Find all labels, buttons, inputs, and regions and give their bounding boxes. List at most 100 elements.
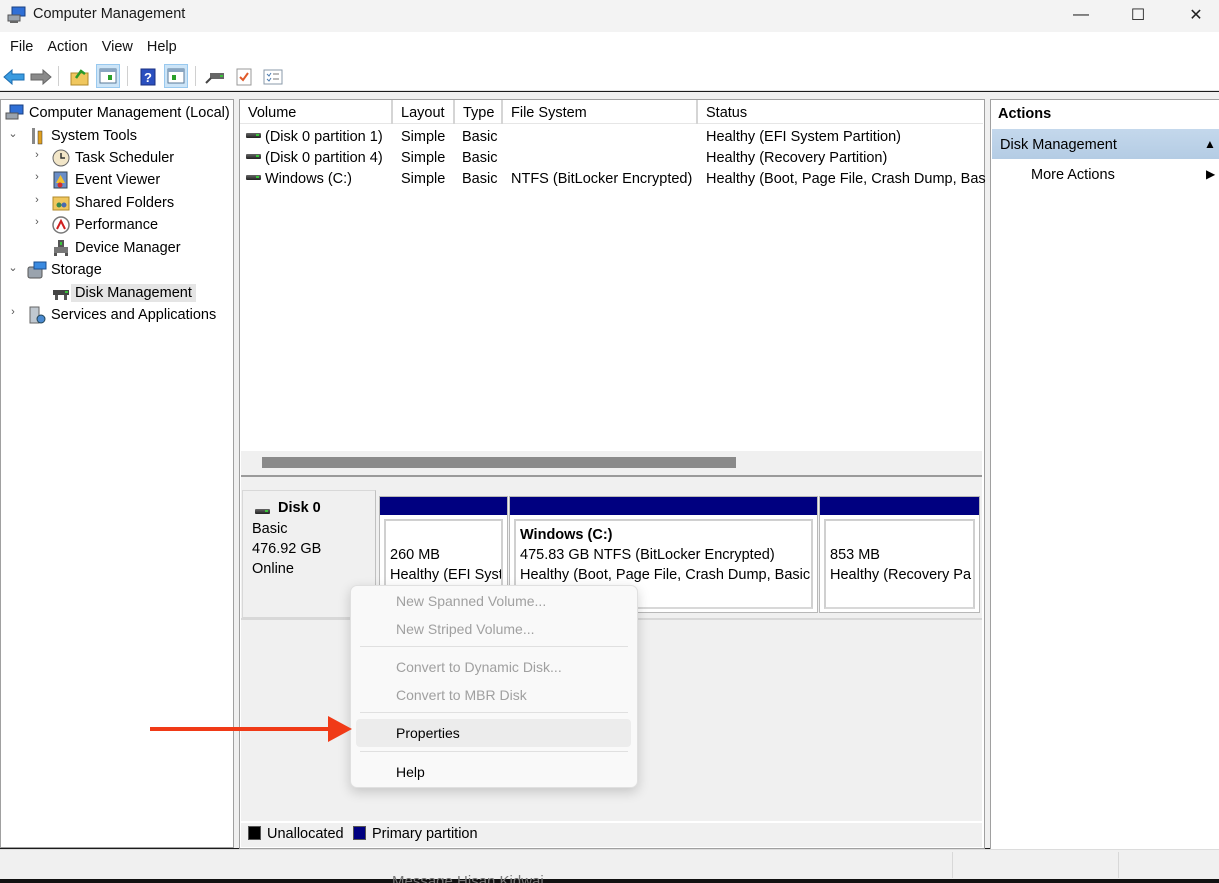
menu-item-convert-to-mbr-disk[interactable]: Convert to MBR Disk	[396, 687, 527, 703]
volume-type: Basic	[462, 129, 498, 145]
forward-icon	[30, 69, 52, 85]
partition-size: 475.83 GB NTFS (BitLocker Encrypted)	[520, 547, 775, 563]
tree-label: Services and Applications	[51, 307, 217, 323]
menu-item-convert-to-dynamic-disk[interactable]: Convert to Dynamic Disk...	[396, 659, 562, 675]
forward-button[interactable]	[29, 65, 53, 89]
menu-action[interactable]: Action	[40, 32, 94, 62]
annotation-arrow-shaft	[150, 727, 332, 731]
menu-item-help[interactable]: Help	[396, 764, 425, 780]
menu-separator	[360, 712, 628, 713]
partition-details: 853 MB Healthy (Recovery Pa	[824, 519, 975, 609]
menu-separator	[360, 751, 628, 752]
maximize-icon: ☐	[1130, 7, 1146, 24]
chevron-right-icon[interactable]: ›	[31, 149, 43, 161]
checklist-button[interactable]	[232, 65, 256, 89]
menu-help[interactable]: Help	[140, 32, 184, 62]
volume-layout: Simple	[401, 129, 446, 145]
partition-title	[390, 525, 497, 545]
clock-icon	[52, 149, 70, 167]
column-header-status[interactable]: Status	[698, 100, 983, 124]
partition-size: 260 MB	[390, 547, 440, 563]
checklist-icon	[236, 68, 252, 86]
status-divider	[1118, 852, 1119, 878]
tree-item-disk-management[interactable]: Disk Management	[29, 282, 196, 304]
tree-item-performance[interactable]: › Performance	[29, 214, 158, 236]
menu-item-new-spanned-volume[interactable]: New Spanned Volume...	[396, 593, 546, 609]
column-header-volume[interactable]: Volume	[240, 100, 393, 124]
tree-item-event-viewer[interactable]: › Event Viewer	[29, 169, 160, 191]
menu-item-properties[interactable]: Properties	[396, 725, 460, 741]
volume-layout: Simple	[401, 150, 446, 166]
column-header-type[interactable]: Type	[455, 100, 503, 124]
legend-swatch-unallocated	[248, 826, 261, 840]
menu-item-new-striped-volume[interactable]: New Striped Volume...	[396, 621, 535, 637]
back-icon	[3, 69, 25, 85]
volume-type: Basic	[462, 150, 498, 166]
chevron-down-icon[interactable]: ⌄	[7, 261, 19, 274]
tree-label: Computer Management (Local)	[29, 105, 230, 121]
actions-title: Actions	[998, 106, 1052, 122]
menu-separator	[360, 646, 628, 647]
scrollbar-thumb[interactable]	[262, 457, 736, 468]
menu-view[interactable]: View	[95, 32, 140, 62]
tree-label: Storage	[51, 262, 102, 278]
tree-item-computer-management-local[interactable]: Computer Management (Local)	[5, 102, 230, 124]
chevron-right-icon[interactable]: ›	[31, 171, 43, 183]
disk-size: 476.92 GB	[252, 541, 322, 557]
show-hide-console-tree-icon	[99, 68, 117, 84]
device-manager-icon	[54, 240, 68, 256]
partition-size: 853 MB	[830, 547, 880, 563]
legend-swatch-primary	[353, 826, 366, 840]
close-button[interactable]: ✕	[1167, 0, 1219, 30]
submenu-arrow-icon: ▶	[1206, 167, 1216, 181]
tree-item-device-manager[interactable]: Device Manager	[29, 237, 181, 259]
tree-label: Task Scheduler	[75, 150, 175, 166]
tree-item-shared-folders[interactable]: › Shared Folders	[29, 192, 174, 214]
collapse-up-icon[interactable]: ▲	[1204, 137, 1216, 151]
svg-text:?: ?	[144, 70, 152, 85]
annotation-arrow-icon	[328, 716, 352, 742]
disk-name: Disk 0	[278, 500, 321, 516]
table-row[interactable]: (Disk 0 partition 1) Simple Basic Health…	[240, 126, 983, 147]
properties-list-button[interactable]	[261, 65, 285, 89]
maximize-button[interactable]: ☐	[1109, 0, 1167, 30]
minimize-button[interactable]: —	[1052, 0, 1110, 30]
menu-file[interactable]: File	[3, 32, 40, 62]
partition-recovery[interactable]: 853 MB Healthy (Recovery Pa	[819, 496, 980, 613]
toolbar-separator	[58, 66, 59, 86]
chevron-right-icon[interactable]: ›	[7, 306, 19, 318]
chevron-down-icon[interactable]: ⌄	[7, 127, 19, 140]
menu-bar: File Action View Help	[0, 32, 1219, 62]
background-window-text: Message Hisan Kidwai	[392, 873, 544, 883]
volume-list: (Disk 0 partition 1) Simple Basic Health…	[240, 125, 986, 195]
status-bar	[0, 849, 1219, 879]
volume-file-system: NTFS (BitLocker Encrypted)	[511, 171, 693, 187]
tree-item-task-scheduler[interactable]: › Task Scheduler	[29, 147, 174, 169]
tree-item-services-and-applications[interactable]: › Services and Applications	[5, 304, 216, 326]
disk-state: Online	[252, 561, 294, 577]
connect-button[interactable]	[203, 65, 227, 89]
chevron-right-icon[interactable]: ›	[31, 216, 43, 228]
pane-splitter[interactable]	[241, 475, 982, 483]
show-hide-action-pane-button[interactable]	[164, 64, 188, 88]
more-actions[interactable]: More Actions	[1031, 167, 1115, 183]
table-row[interactable]: (Disk 0 partition 4) Simple Basic Health…	[240, 147, 983, 168]
table-row[interactable]: Windows (C:) Simple Basic NTFS (BitLocke…	[240, 168, 986, 189]
toolbar-separator	[127, 66, 128, 86]
up-one-level-button[interactable]	[68, 65, 92, 89]
tree-item-storage[interactable]: ⌄ Storage	[5, 259, 102, 281]
computer-management-icon	[5, 104, 24, 120]
column-header-file-system[interactable]: File System	[503, 100, 698, 124]
minimize-icon: —	[1073, 6, 1089, 23]
primary-partition-bar	[820, 497, 979, 515]
status-divider	[952, 852, 953, 878]
tree-item-system-tools[interactable]: ⌄ System Tools	[5, 125, 137, 147]
volume-layout: Simple	[401, 171, 446, 187]
volume-icon	[246, 174, 261, 180]
help-button[interactable]: ?	[136, 65, 160, 89]
column-header-layout[interactable]: Layout	[393, 100, 455, 124]
back-button[interactable]	[2, 65, 26, 89]
chevron-right-icon[interactable]: ›	[31, 194, 43, 206]
partition-title	[830, 525, 969, 545]
show-hide-console-tree-button[interactable]	[96, 64, 120, 88]
